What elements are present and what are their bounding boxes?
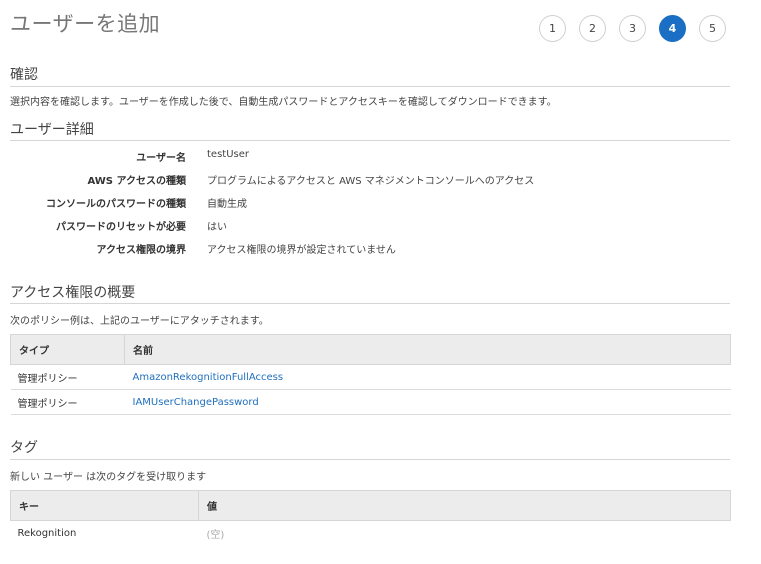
- step-4-current[interactable]: 4: [659, 15, 686, 42]
- access-type-label: AWS アクセスの種類: [87, 176, 186, 187]
- column-header-key: キー: [10, 490, 199, 521]
- column-header-value: 値: [198, 490, 731, 521]
- divider: [10, 303, 730, 304]
- confirm-description: 選択内容を確認します。ユーザーを作成した後で、自動生成パスワードとアクセスキーを…: [10, 97, 557, 108]
- step-2[interactable]: 2: [579, 15, 606, 42]
- password-reset-label: パスワードのリセットが必要: [56, 222, 186, 233]
- policy-type-cell: 管理ポリシー: [10, 364, 125, 390]
- step-5[interactable]: 5: [699, 15, 726, 42]
- column-header-type: タイプ: [10, 334, 125, 365]
- password-reset-value: はい: [207, 222, 227, 233]
- permissions-boundary-value: アクセス権限の境界が設定されていません: [207, 245, 396, 256]
- permissions-table: タイプ 名前 管理ポリシー AmazonRekognitionFullAcces…: [10, 334, 731, 415]
- permissions-description: 次のポリシー例は、上記のユーザーにアタッチされます。: [10, 316, 269, 327]
- access-type-value: プログラムによるアクセスと AWS マネジメントコンソールへのアクセス: [207, 176, 535, 187]
- confirm-section-title: 確認: [10, 67, 38, 83]
- table-row: 管理ポリシー AmazonRekognitionFullAccess: [10, 364, 731, 390]
- tags-title: タグ: [10, 440, 38, 456]
- step-3[interactable]: 3: [619, 15, 646, 42]
- console-password-type-value: 自動生成: [207, 199, 247, 210]
- tag-value-cell: (空): [206, 529, 225, 541]
- divider: [10, 140, 730, 141]
- table-row: 管理ポリシー IAMUserChangePassword: [10, 389, 731, 415]
- tags-table: キー 値 Rekognition (空): [10, 490, 731, 546]
- page-title: ユーザーを追加: [10, 12, 161, 36]
- username-value: testUser: [207, 149, 249, 160]
- table-header-row: タイプ 名前: [10, 334, 731, 365]
- table-row: Rekognition (空): [11, 521, 731, 546]
- policy-type-cell: 管理ポリシー: [10, 389, 125, 415]
- tag-key-cell: Rekognition: [17, 527, 77, 539]
- wizard-steps: 1 2 3 4 5: [539, 15, 726, 42]
- column-header-name: 名前: [124, 334, 731, 365]
- step-1[interactable]: 1: [539, 15, 566, 42]
- console-password-type-label: コンソールのパスワードの種類: [46, 199, 186, 210]
- policy-name-link[interactable]: AmazonRekognitionFullAccess: [124, 364, 731, 390]
- tags-description: 新しい ユーザー は次のタグを受け取ります: [10, 472, 207, 483]
- divider: [10, 86, 730, 87]
- username-label: ユーザー名: [136, 153, 186, 164]
- permissions-summary-title: アクセス権限の概要: [10, 285, 136, 301]
- policy-name-link[interactable]: IAMUserChangePassword: [124, 389, 731, 415]
- user-details-title: ユーザー詳細: [10, 122, 94, 138]
- permissions-boundary-label: アクセス権限の境界: [96, 245, 187, 256]
- table-header-row: キー 値: [10, 490, 731, 521]
- divider: [10, 459, 730, 460]
